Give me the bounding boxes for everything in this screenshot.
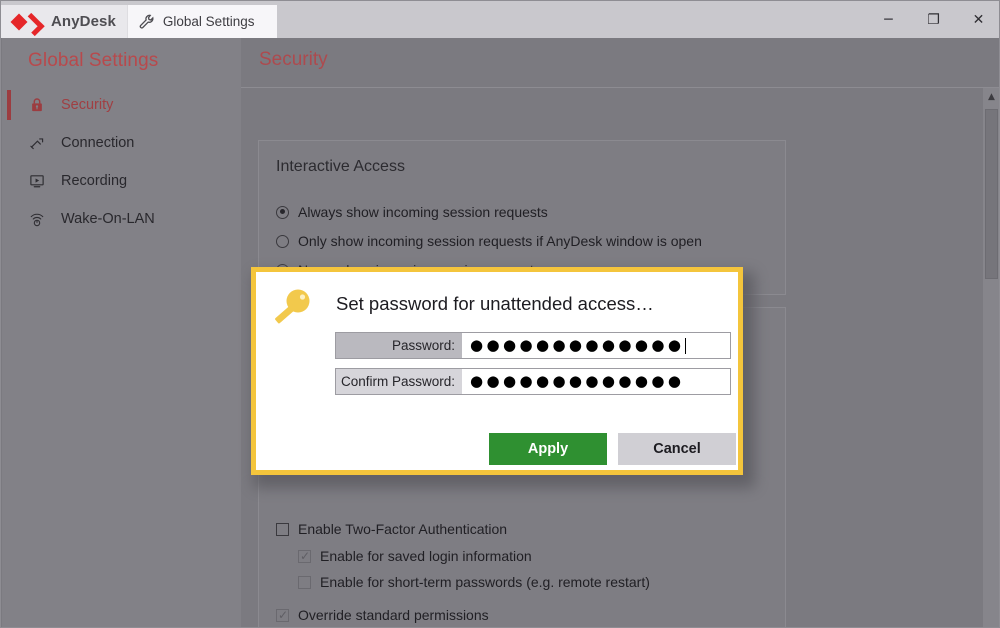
minimize-button[interactable]: ─ [866,1,911,38]
sidebar: Global Settings Security Connection Reco… [2,38,241,627]
apply-button[interactable]: Apply [489,433,607,465]
set-password-dialog: Set password for unattended access… Pass… [251,267,743,475]
active-indicator [7,90,11,120]
radio-indicator [276,234,289,248]
key-icon [267,284,317,334]
tab-label: Global Settings [162,14,255,29]
checkbox-label: Enable for short-term passwords (e.g. re… [320,574,650,590]
restore-icon: ❐ [927,11,940,28]
radio-label: Only show incoming session requests if A… [298,233,702,249]
vertical-scrollbar[interactable]: ▲ [983,88,999,627]
radio-indicator [276,205,289,219]
checkbox-two-factor-auth[interactable]: Enable Two-Factor Authentication [276,521,507,537]
checkbox-indicator: ✓ [298,548,311,563]
wake-on-lan-icon [28,209,50,229]
window-controls: ─ ❐ ✕ [866,1,999,38]
confirm-password-field-row[interactable]: Confirm Password: ●●●●●●●●●●●●● [335,368,731,395]
cancel-button[interactable]: Cancel [618,433,736,465]
scroll-up-icon[interactable]: ▲ [983,88,999,105]
sidebar-item-label: Security [61,97,114,113]
text-caret [685,337,687,354]
password-masked-value: ●●●●●●●●●●●●● [470,336,685,354]
sidebar-nav: Security Connection Recording Wake-On-LA… [2,86,241,238]
page-title: Security [259,49,328,70]
checkbox-indicator [298,575,311,589]
checkbox-short-term-passwords[interactable]: Enable for short-term passwords (e.g. re… [298,574,650,590]
anydesk-window: AnyDesk Global Settings ─ ❐ ✕ Global Set… [0,0,1000,628]
radio-only-when-open[interactable]: Only show incoming session requests if A… [276,233,702,249]
password-label: Password: [336,333,462,358]
scrollbar-thumb[interactable] [985,109,998,279]
dialog-title: Set password for unattended access… [336,293,654,314]
connection-icon [28,133,50,153]
checkbox-indicator [276,522,289,536]
password-field-row[interactable]: Password: ●●●●●●●●●●●●● [335,332,731,359]
sidebar-title: Global Settings [28,50,159,71]
tab-global-settings[interactable]: Global Settings [126,5,277,38]
close-button[interactable]: ✕ [956,1,999,38]
close-icon: ✕ [972,11,985,28]
sidebar-item-label: Connection [61,135,135,151]
checkbox-label: Enable for saved login information [320,548,532,564]
brand-area: AnyDesk [1,5,127,38]
anydesk-logo-icon [10,12,45,36]
sidebar-item-wake-on-lan[interactable]: Wake-On-LAN [2,200,241,238]
password-input[interactable]: ●●●●●●●●●●●●● [462,333,730,358]
title-bar: AnyDesk Global Settings ─ ❐ ✕ [1,1,999,38]
interactive-access-heading: Interactive Access [276,158,405,175]
brand-label: AnyDesk [51,13,116,30]
checkbox-label: Enable Two-Factor Authentication [298,521,508,537]
confirm-password-input[interactable]: ●●●●●●●●●●●●● [462,369,730,394]
confirm-password-label: Confirm Password: [336,369,462,394]
recording-icon [28,171,50,191]
wrench-icon [138,13,156,31]
minimize-icon: ─ [884,11,893,28]
maximize-button[interactable]: ❐ [911,1,956,38]
lock-icon [28,95,50,115]
checkbox-indicator: ✓ [276,607,289,622]
sidebar-item-connection[interactable]: Connection [2,124,241,162]
sidebar-item-recording[interactable]: Recording [2,162,241,200]
checkbox-override-standard-permissions[interactable]: ✓ Override standard permissions [276,607,489,623]
radio-label: Always show incoming session requests [298,204,548,220]
sidebar-item-label: Wake-On-LAN [61,211,155,227]
sidebar-item-security[interactable]: Security [2,86,241,124]
checkbox-label: Override standard permissions [298,607,489,623]
radio-always-show[interactable]: Always show incoming session requests [276,204,548,220]
confirm-password-masked-value: ●●●●●●●●●●●●● [470,372,685,390]
checkbox-saved-login-info[interactable]: ✓ Enable for saved login information [298,548,532,564]
sidebar-item-label: Recording [61,173,128,189]
